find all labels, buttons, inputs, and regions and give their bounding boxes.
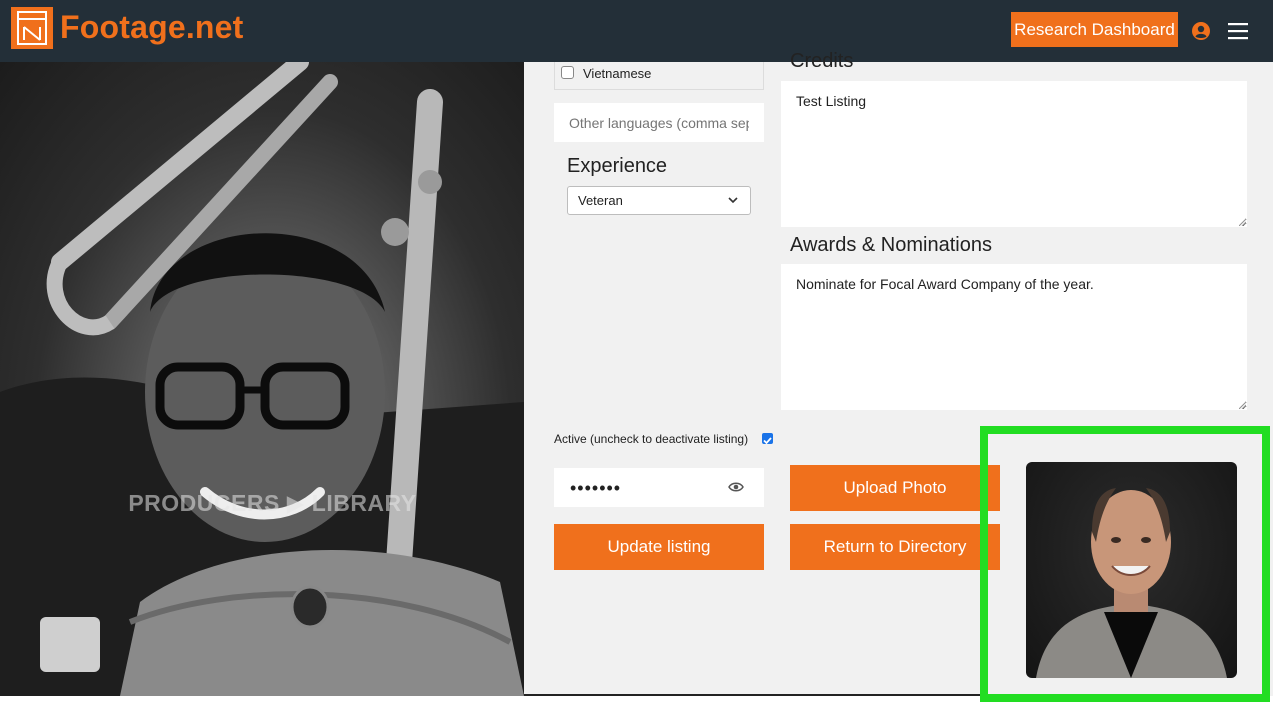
credits-textarea[interactable]	[781, 81, 1247, 227]
check-icon	[763, 437, 772, 445]
watermark-text: PRODUCERS ▶ LIBRARY	[128, 490, 417, 516]
return-to-directory-button[interactable]: Return to Directory	[790, 524, 1000, 570]
active-label: Active (uncheck to deactivate listing)	[554, 432, 749, 446]
language-label: Vietnamese	[583, 66, 652, 81]
credits-title: Credits	[790, 50, 854, 68]
user-circle-icon[interactable]	[1192, 22, 1210, 40]
awards-title: Awards & Nominations	[790, 234, 992, 256]
logo-text[interactable]: Footage.net	[60, 9, 244, 46]
logo-icon[interactable]	[11, 7, 53, 49]
profile-photo[interactable]	[1026, 462, 1237, 678]
active-checkbox[interactable]	[762, 433, 773, 445]
upload-photo-button[interactable]: Upload Photo	[790, 465, 1000, 511]
divider	[524, 694, 981, 696]
resize-handle-icon[interactable]	[1239, 219, 1246, 226]
other-languages-input[interactable]	[554, 103, 764, 142]
profile-illustration	[1036, 488, 1227, 678]
hamburger-menu-icon[interactable]	[1228, 22, 1248, 40]
awards-textarea[interactable]	[781, 264, 1247, 410]
experience-select[interactable]: Veteran	[567, 186, 751, 215]
top-navbar: Footage.net Research Dashboard	[0, 0, 1273, 62]
password-value: •••••••	[570, 478, 622, 498]
update-listing-button[interactable]: Update listing	[554, 524, 764, 570]
password-field[interactable]: •••••••	[554, 468, 764, 507]
hero-photo: PRODUCERS ▶ LIBRARY	[0, 62, 524, 696]
experience-title: Experience	[567, 155, 668, 177]
chevron-down-icon	[728, 197, 738, 204]
page: Footage.net Research Dashboard PRODUCERS…	[0, 0, 1273, 706]
language-checkbox[interactable]	[561, 66, 574, 79]
experience-selected-value: Veteran	[578, 193, 623, 208]
hero-illustration	[0, 62, 524, 696]
eye-icon[interactable]	[728, 481, 744, 493]
research-dashboard-button[interactable]: Research Dashboard	[1011, 12, 1178, 47]
resize-handle-icon[interactable]	[1239, 402, 1246, 409]
